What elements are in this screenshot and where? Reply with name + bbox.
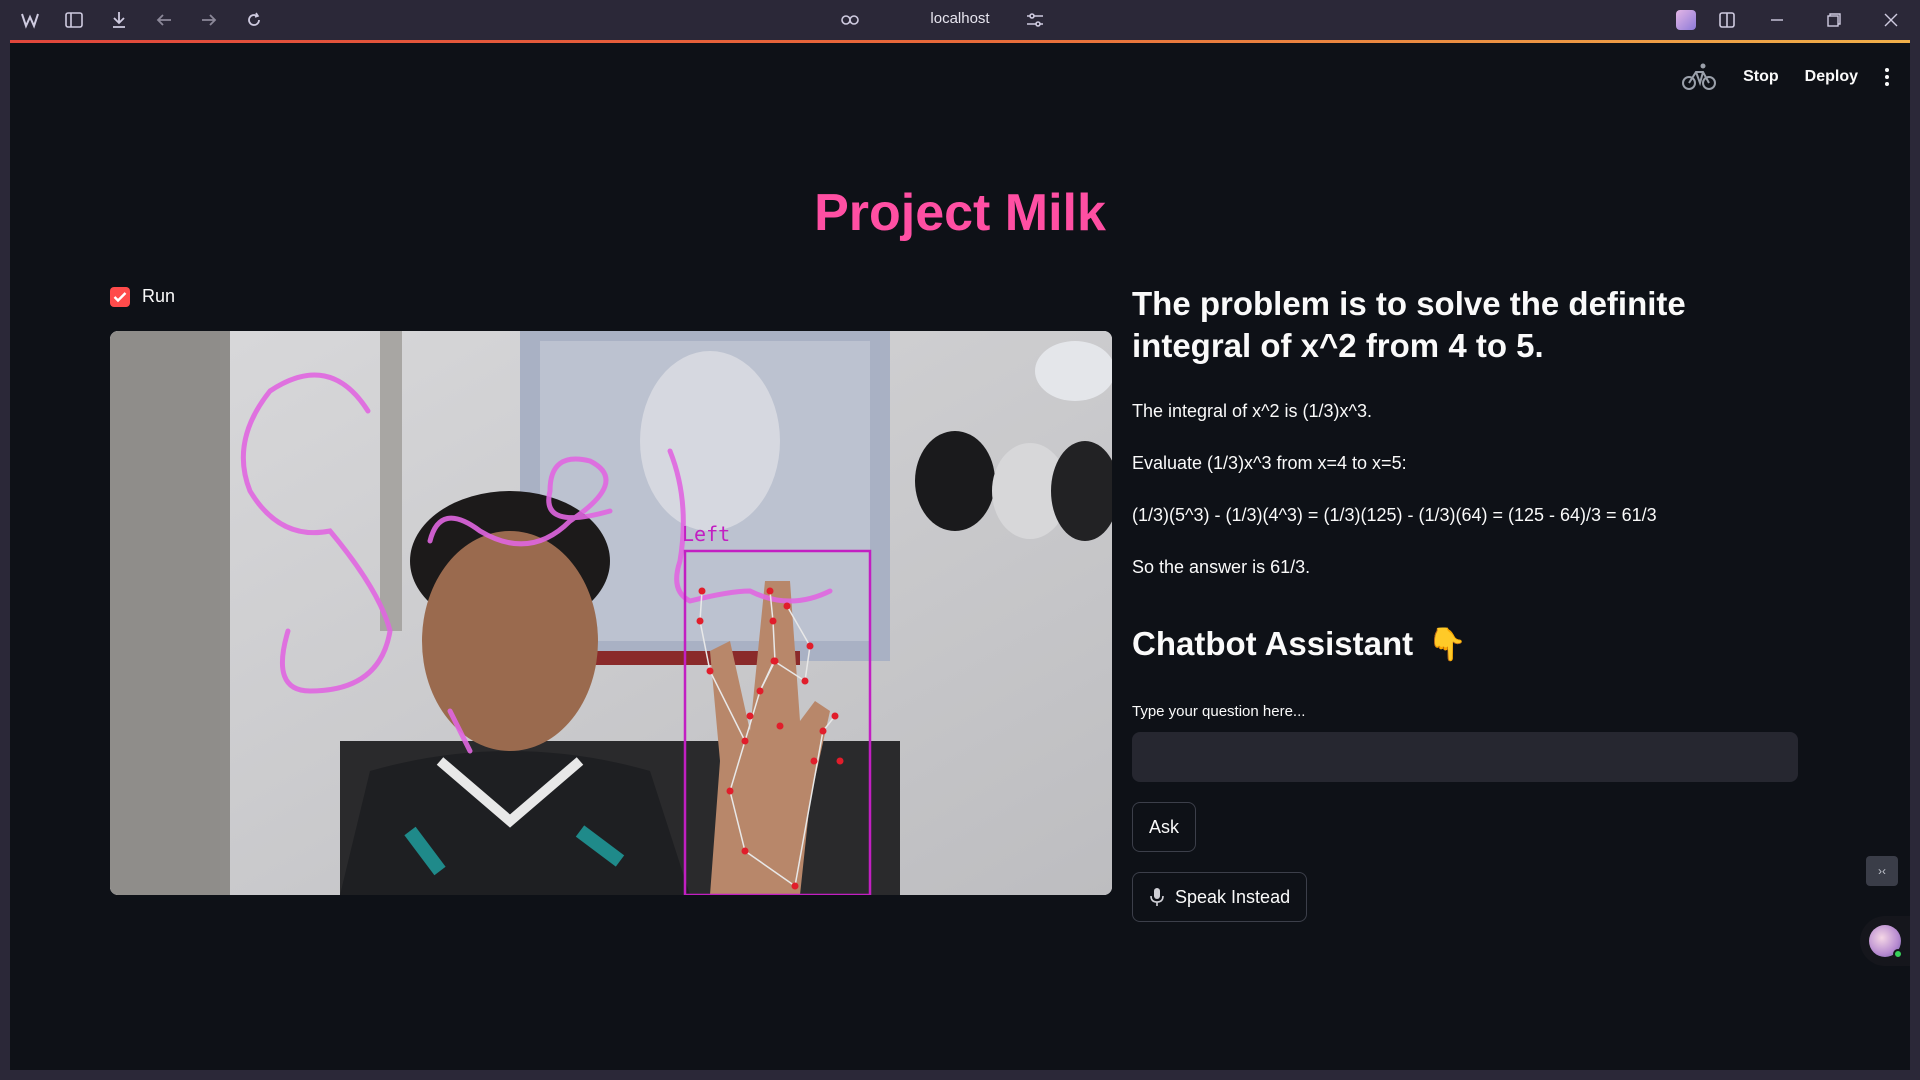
restore-icon[interactable] xyxy=(1823,9,1845,31)
browser-logo-icon[interactable] xyxy=(19,9,41,31)
problem-heading: The problem is to solve the definite int… xyxy=(1132,285,1686,364)
back-icon[interactable] xyxy=(153,9,175,31)
main-menu-icon[interactable] xyxy=(1884,68,1890,86)
page-title: Project Milk xyxy=(814,184,1106,242)
question-label: Type your question here... xyxy=(1132,703,1306,720)
app-toolbar: Stop Deploy xyxy=(1681,61,1890,93)
speak-instead-button[interactable]: Speak Instead xyxy=(1132,872,1308,922)
close-icon[interactable] xyxy=(1880,9,1902,31)
site-info-icon[interactable] xyxy=(839,9,861,31)
reload-icon[interactable] xyxy=(243,9,265,31)
hand-label-left: Left xyxy=(682,522,730,546)
profile-icon[interactable] xyxy=(1675,9,1697,31)
pointing-down-icon: 👇 xyxy=(1427,626,1467,662)
webcam-feed: Left xyxy=(110,331,1112,895)
ask-button[interactable]: Ask xyxy=(1132,802,1197,852)
run-checkbox[interactable]: Run xyxy=(110,286,175,307)
solution-step: The integral of x^2 is (1/3)x^3. xyxy=(1132,401,1372,421)
browser-chrome: localhost xyxy=(0,0,1920,40)
online-status-dot xyxy=(1893,949,1903,959)
address-bar[interactable]: localhost xyxy=(900,8,1020,30)
streamlit-app: Stop Deploy Project Milk Run Left The pr… xyxy=(10,43,1910,1070)
tune-icon[interactable] xyxy=(1024,9,1046,31)
chatbot-heading: Chatbot Assistant 👇 xyxy=(1132,625,1798,663)
checkbox-checked-icon[interactable] xyxy=(110,286,130,307)
solution-step: Evaluate (1/3)x^3 from x=4 to x=5: xyxy=(1132,453,1407,473)
stop-button[interactable]: Stop xyxy=(1743,68,1779,86)
solution-step: So the answer is 61/3. xyxy=(1132,557,1311,577)
chatbot-heading-text: Chatbot Assistant xyxy=(1132,625,1414,662)
deploy-button[interactable]: Deploy xyxy=(1805,68,1858,86)
run-label: Run xyxy=(142,286,176,306)
solution-panel: The problem is to solve the definite int… xyxy=(1132,283,1798,922)
assistant-avatar[interactable] xyxy=(1860,916,1910,966)
split-view-icon[interactable] xyxy=(1716,9,1738,31)
minimize-icon[interactable] xyxy=(1766,9,1788,31)
dev-tools-toggle-icon[interactable]: ›‹ xyxy=(1866,856,1898,886)
question-input[interactable] xyxy=(1132,732,1798,782)
sidebar-toggle-icon[interactable] xyxy=(63,9,85,31)
download-icon[interactable] xyxy=(108,9,130,31)
running-bike-icon xyxy=(1682,63,1717,90)
microphone-icon xyxy=(1150,888,1164,906)
speak-instead-label: Speak Instead xyxy=(1175,886,1291,907)
forward-icon[interactable] xyxy=(198,9,220,31)
solution-step: (1/3)(5^3) - (1/3)(4^3) = (1/3)(125) - (… xyxy=(1132,505,1657,525)
